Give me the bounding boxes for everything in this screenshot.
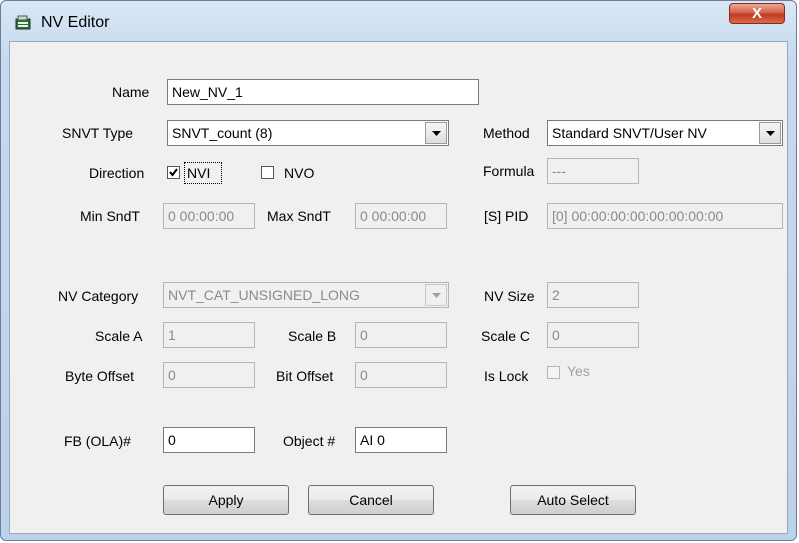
max-sndt-field[interactable]: 0 00:00:00 — [355, 203, 447, 229]
s-pid-label: [S] PID — [484, 208, 529, 224]
is-lock-yes-label: Yes — [567, 363, 590, 379]
formula-field[interactable]: --- — [547, 158, 639, 184]
method-select[interactable]: Standard SNVT/User NV — [547, 120, 783, 146]
scale-a-field[interactable]: 1 — [163, 322, 255, 348]
chevron-down-icon[interactable] — [425, 122, 447, 144]
snvt-type-value: SNVT_count (8) — [172, 125, 273, 141]
fb-ola-label: FB (OLA)# — [64, 433, 131, 449]
min-sndt-label: Min SndT — [80, 208, 140, 224]
s-pid-field[interactable]: [0] 00:00:00:00:00:00:00:00 — [547, 203, 783, 229]
chevron-down-icon[interactable] — [425, 284, 447, 306]
method-label: Method — [483, 125, 530, 141]
scale-b-field[interactable]: 0 — [355, 322, 447, 348]
snvt-type-label: SNVT Type — [62, 125, 134, 141]
bit-offset-field[interactable]: 0 — [355, 362, 447, 388]
nv-category-select[interactable]: NVT_CAT_UNSIGNED_LONG — [163, 282, 449, 308]
min-sndt-field[interactable]: 0 00:00:00 — [163, 203, 255, 229]
fb-ola-field[interactable]: 0 — [163, 427, 255, 453]
scale-b-label: Scale B — [288, 328, 337, 344]
formula-label: Formula — [483, 163, 535, 179]
auto-select-button[interactable]: Auto Select — [510, 485, 636, 515]
chevron-down-icon[interactable] — [759, 122, 781, 144]
nv-category-label: NV Category — [58, 288, 139, 304]
byte-offset-label: Byte Offset — [65, 368, 134, 384]
byte-offset-field[interactable]: 0 — [163, 362, 255, 388]
nv-editor-window: NV Editor X Name New_NV_1 SNVT Type SNVT… — [0, 0, 797, 541]
scale-c-label: Scale C — [481, 328, 531, 344]
nv-category-value: NVT_CAT_UNSIGNED_LONG — [168, 287, 360, 303]
app-icon — [15, 15, 33, 31]
dialog-body: Name New_NV_1 SNVT Type SNVT_count (8) M… — [9, 41, 788, 534]
bit-offset-label: Bit Offset — [276, 368, 334, 384]
object-num-field[interactable]: AI 0 — [355, 427, 447, 453]
direction-label: Direction — [89, 165, 145, 181]
scale-c-field[interactable]: 0 — [547, 322, 639, 348]
object-num-label: Object # — [283, 433, 336, 449]
close-icon: X — [751, 5, 762, 22]
close-button[interactable]: X — [729, 3, 785, 24]
nvo-checkbox[interactable] — [261, 166, 274, 179]
nv-size-field[interactable]: 2 — [547, 282, 639, 308]
name-label: Name — [112, 84, 150, 100]
method-value: Standard SNVT/User NV — [552, 125, 707, 141]
snvt-type-select[interactable]: SNVT_count (8) — [167, 120, 449, 146]
nvo-label[interactable]: NVO — [284, 165, 314, 181]
apply-button[interactable]: Apply — [163, 485, 289, 515]
title-bar[interactable]: NV Editor X — [1, 1, 796, 41]
scale-a-label: Scale A — [95, 328, 143, 344]
nv-size-label: NV Size — [484, 288, 535, 304]
max-sndt-label: Max SndT — [267, 208, 331, 224]
is-lock-label: Is Lock — [484, 368, 529, 384]
name-field[interactable]: New_NV_1 — [167, 79, 479, 105]
cancel-button[interactable]: Cancel — [308, 485, 434, 515]
nvi-label[interactable]: NVI — [187, 165, 210, 181]
window-title: NV Editor — [41, 14, 110, 31]
nvi-checkbox[interactable] — [167, 166, 180, 179]
is-lock-checkbox[interactable] — [547, 366, 560, 379]
